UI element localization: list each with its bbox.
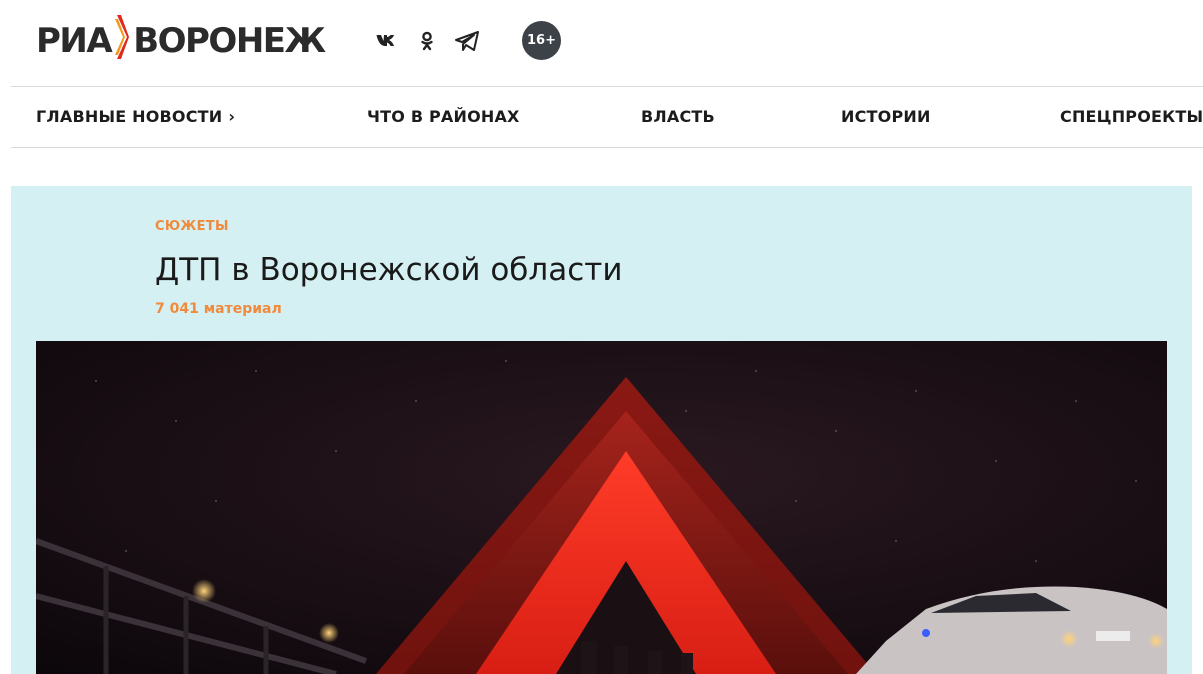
nav-item-districts[interactable]: ЧТО В РАЙОНАХ [367,87,520,147]
main-navigation: ГЛАВНЫЕ НОВОСТИ › ЧТО В РАЙОНАХ ВЛАСТЬ ИС… [11,87,1203,147]
age-rating-badge: 16+ [522,21,561,60]
logo-text-right: ВОРОНЕЖ [133,21,326,61]
logo-text-left: РИА [36,21,113,61]
social-links [372,24,492,58]
logo-separator-icon [115,13,130,70]
nav-item-government[interactable]: ВЛАСТЬ [641,87,715,147]
vk-icon[interactable] [372,26,402,56]
story-kicker[interactable]: СЮЖЕТЫ [155,219,229,234]
story-block: СЮЖЕТЫ ДТП в Воронежской области 7 041 м… [11,186,1192,674]
site-header: РИА ВОРОНЕЖ 16+ [0,0,1203,86]
nav-item-label: ЧТО В РАЙОНАХ [367,107,520,126]
telegram-icon[interactable] [452,26,482,56]
nav-item-label: ИСТОРИИ [841,107,931,126]
site-logo[interactable]: РИА ВОРОНЕЖ [36,14,326,66]
nav-item-label: ВЛАСТЬ [641,107,715,126]
chevron-right-icon: › [228,107,236,126]
nav-divider [11,147,1203,148]
odnoklassniki-icon[interactable] [412,26,442,56]
story-material-count: 7 041 материал [155,301,282,317]
story-cover-image[interactable] [36,341,1167,674]
nav-item-main-news[interactable]: ГЛАВНЫЕ НОВОСТИ › [36,87,235,147]
nav-item-label: СПЕЦПРОЕКТЫ [1060,107,1203,126]
nav-item-stories[interactable]: ИСТОРИИ [841,87,931,147]
story-title: ДТП в Воронежской области [155,252,623,288]
nav-item-label: ГЛАВНЫЕ НОВОСТИ [36,107,223,126]
nav-item-special-projects[interactable]: СПЕЦПРОЕКТЫ [1060,87,1203,147]
